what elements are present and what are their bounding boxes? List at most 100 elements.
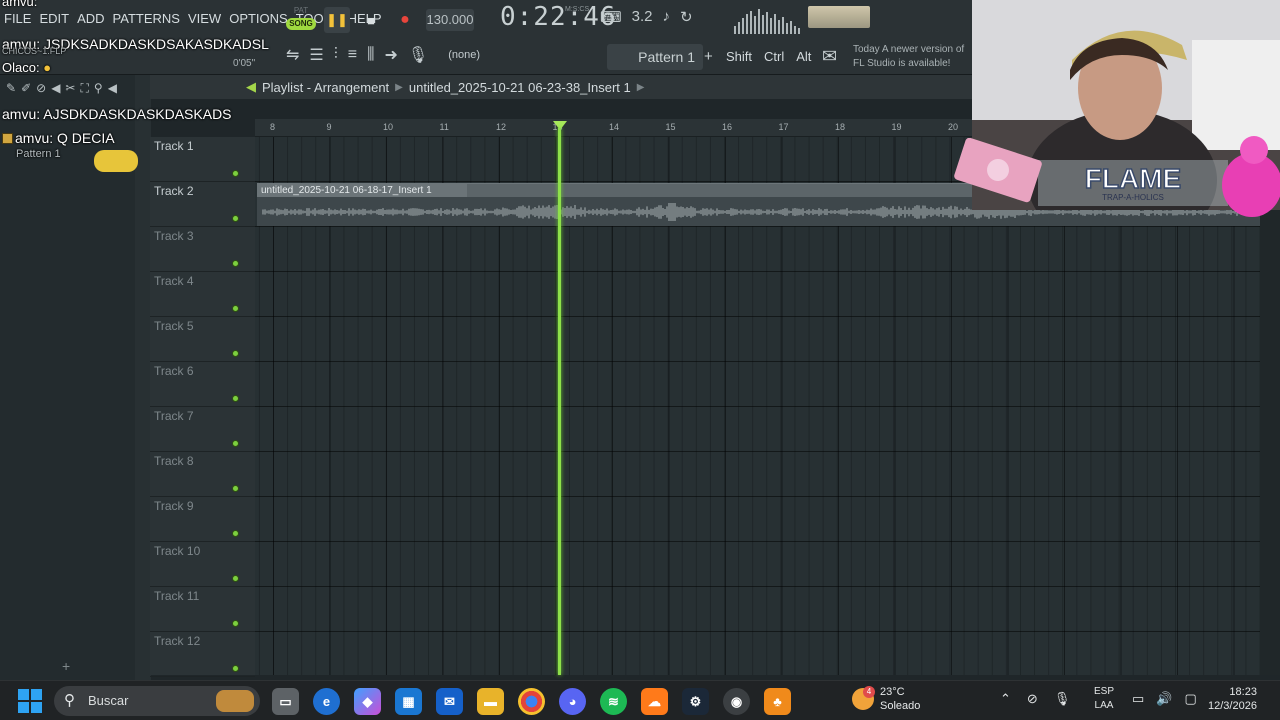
steam-icon[interactable]: ⚙: [682, 688, 709, 715]
shift-key[interactable]: Shift: [726, 49, 752, 64]
track-mute-led[interactable]: [232, 395, 239, 402]
track-mute-led[interactable]: [232, 215, 239, 222]
add-track-button[interactable]: +: [62, 658, 70, 674]
loop-record-icon[interactable]: ↻: [680, 8, 693, 26]
menu-options[interactable]: OPTIONS: [229, 11, 288, 26]
playlist-icon[interactable]: ☰: [309, 45, 323, 65]
track-mute-led[interactable]: [232, 170, 239, 177]
ruler-bar-label: 11: [439, 122, 449, 132]
pat-song-toggle[interactable]: PAT SONG: [286, 6, 316, 34]
soundcloud-icon[interactable]: ☁: [641, 688, 668, 715]
play-icon[interactable]: ◀: [246, 79, 256, 95]
start-button[interactable]: [18, 689, 42, 713]
track-header[interactable]: Track 10: [150, 542, 255, 587]
track-name: Track 10: [154, 544, 201, 558]
track-header[interactable]: Track 5: [150, 317, 255, 362]
snap-icon[interactable]: ⇋: [286, 45, 299, 65]
outlook-icon[interactable]: ✉: [436, 688, 463, 715]
metronome-icon[interactable]: ♪: [663, 8, 671, 26]
channel-rack-icon[interactable]: ≡: [348, 46, 357, 64]
menu-file[interactable]: FILE: [4, 11, 31, 26]
weather-temp: 23°C: [880, 686, 905, 698]
network-off-icon[interactable]: ⊘: [1027, 691, 1038, 707]
copilot-icon[interactable]: ◆: [354, 688, 381, 715]
record-button[interactable]: ●: [392, 7, 418, 33]
track-header[interactable]: Track 7: [150, 407, 255, 452]
select-icon[interactable]: ⛶: [80, 81, 88, 96]
system-tray: ⌃ ⊘ 🎙: [1000, 691, 1070, 707]
volume-icon[interactable]: 🔊: [1156, 691, 1172, 707]
browser-scroll-strip[interactable]: [135, 75, 151, 680]
track-header[interactable]: Track 4: [150, 272, 255, 317]
search-icon: ⚲: [64, 692, 75, 709]
typing-keyboard-icon[interactable]: ⌨: [600, 8, 622, 26]
search-highlight-icon: [216, 690, 254, 712]
track-header[interactable]: Track 11: [150, 587, 255, 632]
chevron-up-icon[interactable]: ⌃: [1000, 691, 1011, 707]
weather-widget[interactable]: 4 23°C Soleado: [852, 685, 920, 713]
channel-select[interactable]: (none): [448, 49, 480, 61]
mixer-icon[interactable]: ⫼: [367, 46, 374, 64]
mic-icon[interactable]: 🎙: [408, 45, 428, 65]
slice-icon[interactable]: ✂: [65, 81, 75, 95]
battery-icon[interactable]: ▢: [1184, 691, 1196, 707]
menu-edit[interactable]: EDIT: [39, 11, 69, 26]
mute-icon[interactable]: ⊘: [36, 81, 46, 95]
track-mute-led[interactable]: [232, 440, 239, 447]
fl-studio-icon[interactable]: ♣: [764, 688, 791, 715]
ctrl-key[interactable]: Ctrl: [764, 49, 784, 64]
spotify-icon[interactable]: ≋: [600, 688, 627, 715]
system-clock[interactable]: 18:23 12/3/2026: [1208, 685, 1257, 713]
track-mute-led[interactable]: [232, 485, 239, 492]
track-mute-led[interactable]: [232, 350, 239, 357]
store-icon[interactable]: ▦: [395, 688, 422, 715]
track-mute-led[interactable]: [232, 575, 239, 582]
track-header[interactable]: Track 6: [150, 362, 255, 407]
pattern-selector[interactable]: Pattern 1: [607, 44, 703, 70]
obs-icon[interactable]: ◉: [723, 688, 750, 715]
track-header[interactable]: Track 3: [150, 227, 255, 272]
zoom-icon[interactable]: ⚲: [94, 81, 103, 95]
pause-button[interactable]: ❚❚: [324, 7, 350, 33]
language-indicator[interactable]: ESP LAA: [1094, 685, 1114, 713]
menu-add[interactable]: ADD: [77, 11, 104, 26]
edge-icon[interactable]: e: [313, 688, 340, 715]
news-icon[interactable]: ✉: [822, 46, 837, 67]
plugin-icon[interactable]: ➜: [384, 45, 397, 65]
step-value[interactable]: 3.2: [632, 8, 653, 26]
svg-text:FLAME: FLAME: [1085, 163, 1181, 194]
pin-icon[interactable]: ✎: [6, 81, 16, 95]
slip-icon[interactable]: ◀: [51, 81, 60, 95]
stop-button[interactable]: ■: [358, 7, 384, 33]
microphone-icon[interactable]: 🎙: [1054, 691, 1071, 707]
chrome-icon[interactable]: [518, 688, 545, 715]
playhead[interactable]: [558, 128, 561, 675]
picker-icon[interactable]: ✐: [21, 81, 31, 95]
track-header[interactable]: Track 8: [150, 452, 255, 497]
browser-file-name[interactable]: CHICOS~1.FLP: [2, 46, 66, 56]
tempo-display[interactable]: 130.000: [426, 9, 474, 31]
track-header[interactable]: Track 1: [150, 137, 255, 182]
track-mute-led[interactable]: [232, 530, 239, 537]
track-header[interactable]: Track 12: [150, 632, 255, 677]
menu-patterns[interactable]: PATTERNS: [113, 11, 180, 26]
news-panel[interactable]: Today A newer version of FL Studio is av…: [853, 43, 964, 71]
track-header[interactable]: Track 9: [150, 497, 255, 542]
track-mute-led[interactable]: [232, 665, 239, 672]
menu-view[interactable]: VIEW: [188, 11, 221, 26]
taskbar-search[interactable]: ⚲ Buscar: [54, 686, 260, 716]
track-mute-led[interactable]: [232, 305, 239, 312]
time-format-label: M:S:CS: [565, 6, 590, 13]
track-mute-led[interactable]: [232, 620, 239, 627]
discord-icon[interactable]: ◕: [559, 688, 586, 715]
piano-roll-icon[interactable]: ⫶: [334, 46, 338, 64]
alt-key[interactable]: Alt: [796, 49, 811, 64]
playback-icon[interactable]: ◀: [108, 81, 117, 95]
file-explorer-icon[interactable]: ▬: [477, 688, 504, 715]
track-mute-led[interactable]: [232, 260, 239, 267]
browser-pattern-item[interactable]: Pattern 1: [16, 148, 61, 160]
display-icon[interactable]: ▭: [1132, 691, 1144, 707]
task-view-icon[interactable]: ▭: [272, 688, 299, 715]
add-pattern-button[interactable]: +: [704, 48, 713, 65]
track-header[interactable]: Track 2: [150, 182, 255, 227]
